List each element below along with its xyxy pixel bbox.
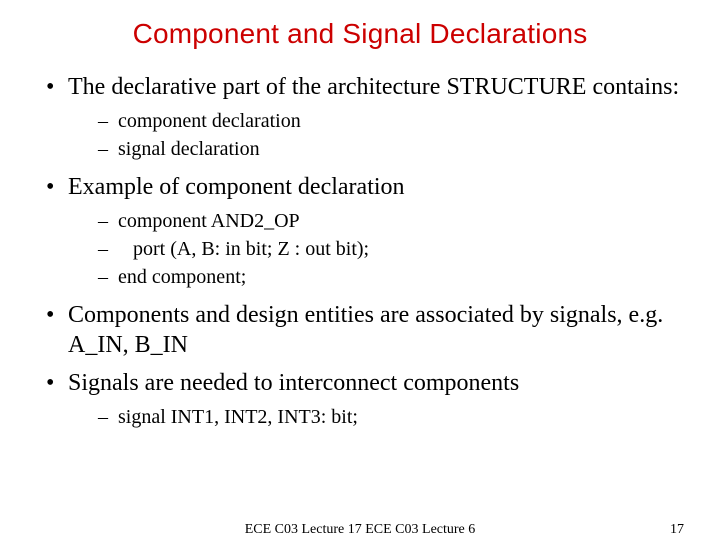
sub-item: port (A, B: in bit; Z : out bit); [98, 236, 684, 262]
slide: Component and Signal Declarations The de… [0, 0, 720, 540]
sub-item: end component; [98, 264, 684, 290]
sub-list: signal INT1, INT2, INT3: bit; [68, 404, 684, 430]
bullet-text: Signals are needed to interconnect compo… [68, 370, 519, 396]
bullet-text: The declarative part of the architecture… [68, 74, 679, 100]
bullet-item: Components and design entities are assoc… [46, 300, 684, 360]
bullet-text: Example of component declaration [68, 174, 405, 200]
bullet-item: Example of component declaration compone… [46, 172, 684, 290]
sub-item: component declaration [98, 108, 684, 134]
sub-item: signal declaration [98, 136, 684, 162]
sub-item: component AND2_OP [98, 208, 684, 234]
slide-title: Component and Signal Declarations [36, 18, 684, 50]
sub-item: signal INT1, INT2, INT3: bit; [98, 404, 684, 430]
page-number: 17 [670, 522, 684, 538]
sub-list: component AND2_OP port (A, B: in bit; Z … [68, 208, 684, 290]
bullet-list: The declarative part of the architecture… [36, 72, 684, 430]
bullet-item: Signals are needed to interconnect compo… [46, 368, 684, 430]
footer-center-text: ECE C03 Lecture 17 ECE C03 Lecture 6 [245, 522, 476, 538]
sub-list: component declaration signal declaration [68, 108, 684, 162]
bullet-item: The declarative part of the architecture… [46, 72, 684, 162]
